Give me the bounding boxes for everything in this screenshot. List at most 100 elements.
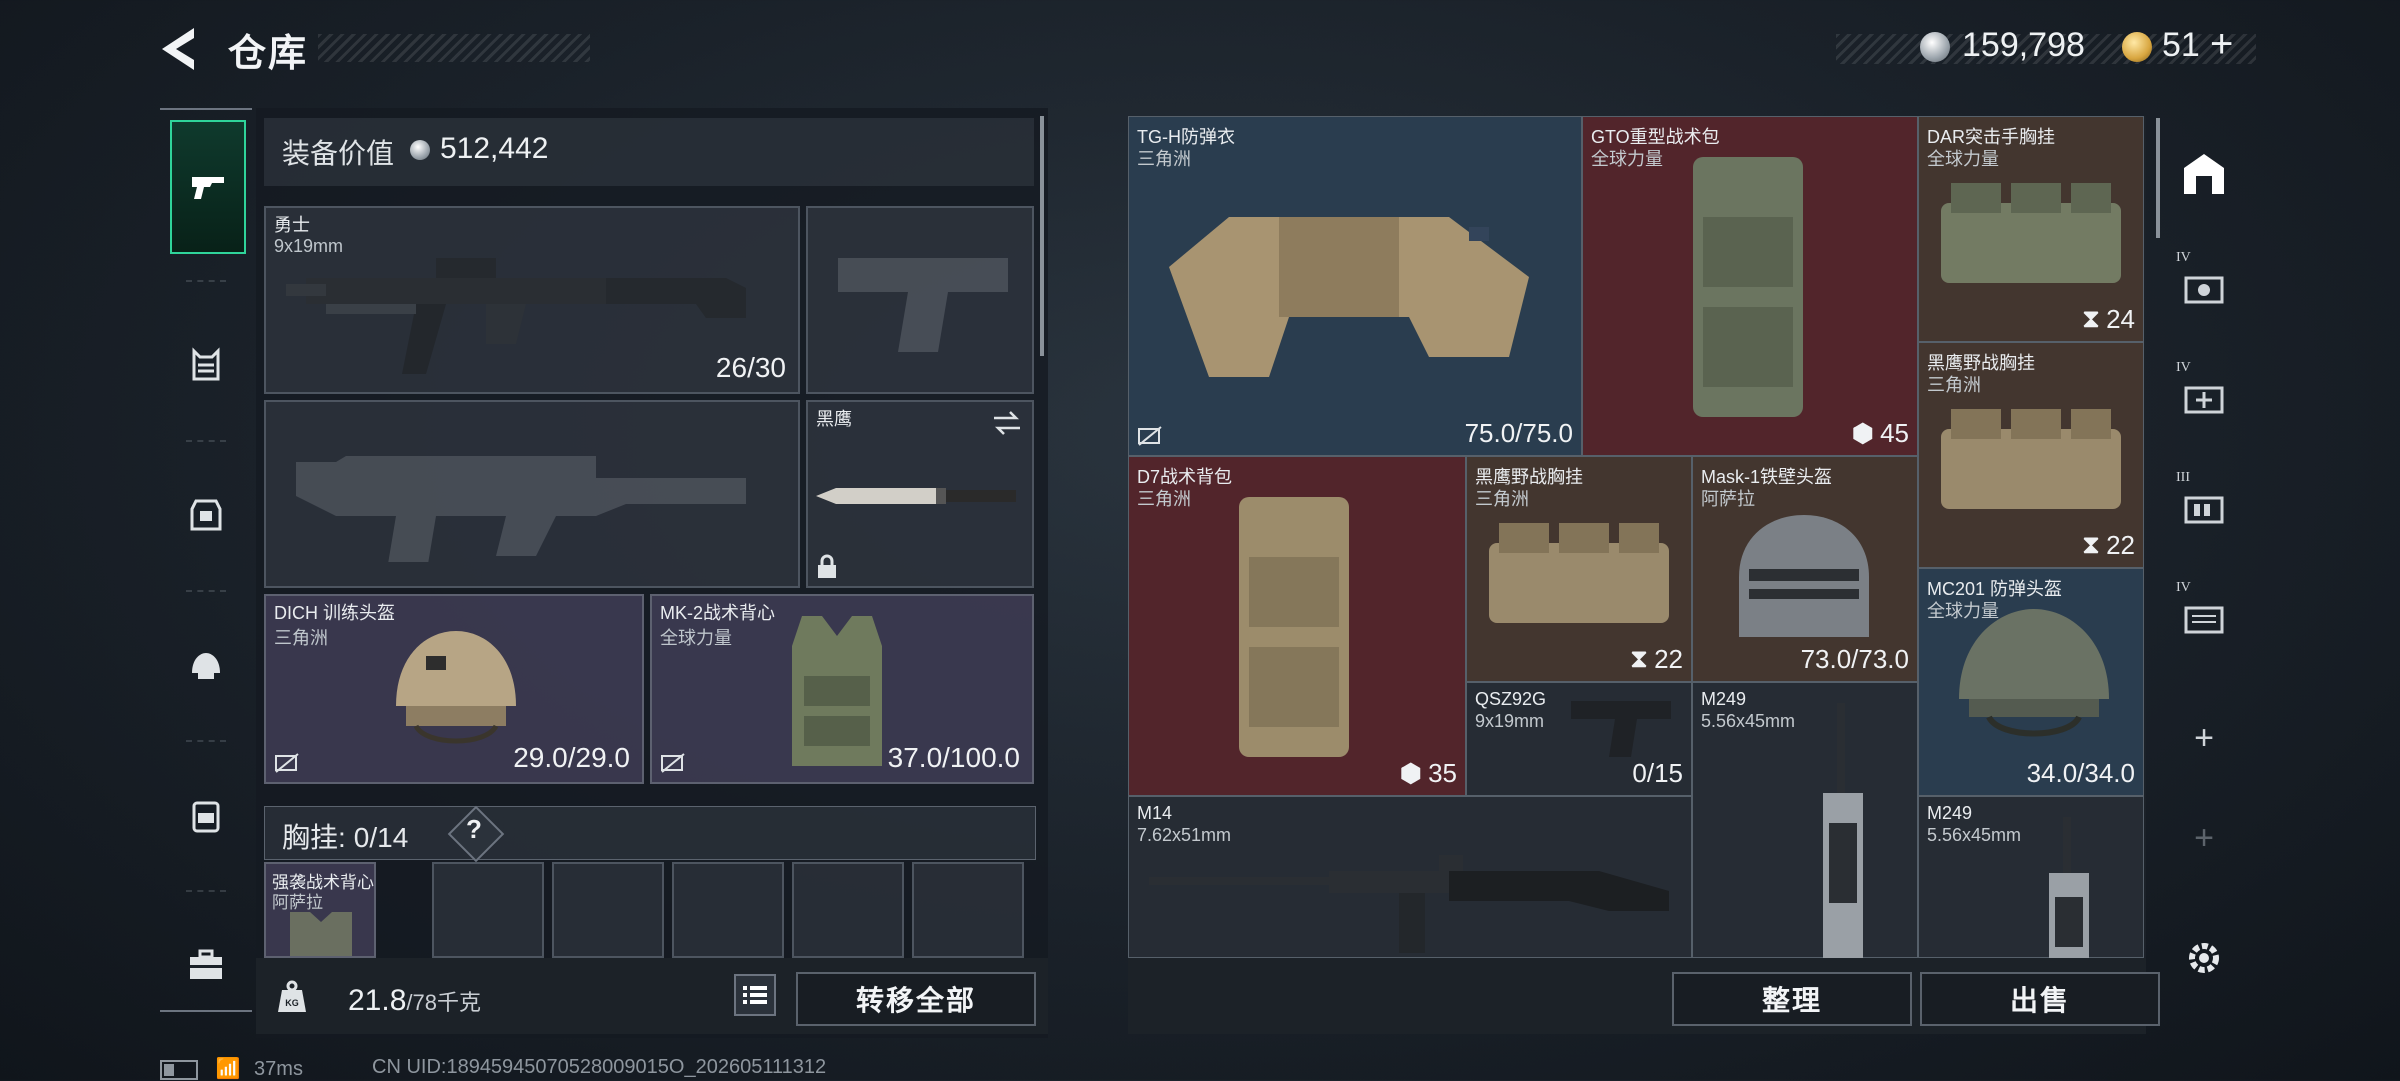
melee-slot[interactable]: 黑鹰 <box>806 400 1034 588</box>
helmet-origin: 三角洲 <box>274 628 328 648</box>
chest-rig-icon <box>192 347 220 381</box>
item-origin: 5.56x45mm <box>1927 825 2022 845</box>
item-origin: 三角洲 <box>1137 489 1191 509</box>
storage-tabs-rail: IV IV III IV + + <box>2164 116 2244 1036</box>
equipment-value: 512,442 <box>440 132 549 165</box>
smg-icon <box>286 258 746 374</box>
list-icon <box>743 986 767 1004</box>
storage-scrollbar[interactable] <box>2156 118 2160 238</box>
armor-slot[interactable]: MK-2战术背心 全球力量 37.0/100.0 <box>650 594 1034 784</box>
silver-balance: 159,798 <box>1962 26 2085 64</box>
tab-main-storage[interactable] <box>2170 132 2238 216</box>
helmet-durability: 29.0/29.0 <box>513 742 630 773</box>
add-gold-button[interactable]: + <box>2210 22 2233 67</box>
category-backpack[interactable] <box>170 750 242 880</box>
chest-rig-slot[interactable]: 强袭战术背心 阿萨拉 <box>264 862 376 958</box>
lmg-image-icon <box>1823 703 1863 958</box>
back-button[interactable] <box>158 24 204 74</box>
pistol-icon <box>192 177 224 199</box>
storage-item[interactable]: Mask-1铁壁头盔 阿萨拉 73.0/73.0 <box>1692 456 1918 682</box>
item-capacity: ⧗ 22 <box>1630 643 1683 675</box>
category-case[interactable] <box>170 900 242 1030</box>
sort-button[interactable]: 整理 <box>1672 972 1912 1026</box>
page-title: 仓库 <box>228 33 309 75</box>
item-ammo: 0/15 <box>1632 758 1683 788</box>
item-capacity-value: 24 <box>2106 303 2135 334</box>
item-origin: 全球力量 <box>1591 149 1663 169</box>
chest-rig-pocket[interactable] <box>432 862 544 958</box>
storage-item[interactable]: MC201 防弹头盔 全球力量 34.0/34.0 <box>1918 568 2144 796</box>
armor-vest-icon <box>190 499 222 531</box>
storage-item[interactable]: GTO重型战术包 全球力量 ⬢ 45 <box>1582 116 1918 456</box>
equipment-scrollbar[interactable] <box>1040 116 1044 356</box>
storage-item[interactable]: M249 5.56x45mm <box>1692 682 1918 958</box>
transfer-all-button[interactable]: 转移全部 <box>796 972 1036 1026</box>
chest-rig-pocket[interactable] <box>792 862 904 958</box>
armor-durability: 37.0/100.0 <box>887 742 1020 773</box>
storage-item[interactable]: 黑鹰野战胸挂 三角洲 ⧗ 22 <box>1918 342 2144 568</box>
chest-rig-pocket[interactable] <box>552 862 664 958</box>
list-view-button[interactable] <box>734 974 776 1016</box>
backpack-image-icon <box>1239 497 1349 757</box>
rifle-image-icon <box>1149 855 1669 953</box>
equipment-value-label: 装备价值 <box>282 138 395 169</box>
ping-readout: 37ms <box>254 1058 303 1080</box>
category-chest-rig[interactable] <box>170 300 242 430</box>
storage-item[interactable]: D7战术背包 三角洲 ⬢ 35 <box>1128 456 1466 796</box>
category-weapons[interactable] <box>170 120 246 254</box>
chest-rig-image-icon <box>1941 409 2121 509</box>
user-uid: CN UID:18945945070528009015O_20260511131… <box>372 1056 827 1078</box>
item-capacity-value: 22 <box>2106 529 2135 560</box>
wifi-icon: 📶 <box>215 1058 241 1080</box>
chest-rig-capacity: 0/14 <box>353 822 409 853</box>
weight-current: 21.8 <box>348 984 407 1017</box>
tab-storage-case-1[interactable]: IV <box>2170 246 2238 330</box>
storage-item[interactable]: M249 5.56x45mm <box>1918 796 2144 958</box>
storage-item[interactable]: DAR突击手胸挂 全球力量 ⧗ 24 <box>1918 116 2144 342</box>
gold-coin-icon <box>2122 32 2152 62</box>
storage-item[interactable]: QSZ92G 9x19mm 0/15 <box>1466 682 1692 796</box>
toolbox-icon <box>190 949 222 979</box>
item-name: M14 <box>1137 803 1173 823</box>
sell-button[interactable]: 出售 <box>1920 972 2160 1026</box>
settings-button[interactable] <box>2170 916 2238 1000</box>
item-capacity: ⧗ 22 <box>2082 529 2135 561</box>
item-capacity-value: 45 <box>1880 418 1909 448</box>
weapon-name: 勇士 <box>274 215 310 235</box>
storage-item[interactable]: M14 7.62x51mm <box>1128 796 1692 958</box>
storage-item[interactable]: TG-H防弹衣 三角洲 75.0/75.0 <box>1128 116 1582 456</box>
category-rail <box>160 108 252 1012</box>
chest-rig-item-origin: 阿萨拉 <box>272 893 323 912</box>
item-capacity-value: 22 <box>1654 643 1683 674</box>
tab-level-label: IV <box>2176 580 2191 595</box>
helmet-image-icon <box>396 631 516 744</box>
chest-rig-label: 胸挂: 0/14 <box>282 816 408 856</box>
item-origin: 三角洲 <box>1475 489 1529 509</box>
knife-icon <box>816 488 1016 504</box>
secondary-weapon-slot[interactable] <box>264 400 800 588</box>
category-armor[interactable] <box>170 450 242 580</box>
rail-divider <box>186 590 226 592</box>
add-storage-tab-button[interactable]: + <box>2170 696 2238 780</box>
helmet-slot[interactable]: DICH 训练头盔 三角洲 29.0/29.0 <box>264 594 644 784</box>
no-insure-icon <box>1138 426 1162 446</box>
tab-storage-case-2[interactable]: IV <box>2170 356 2238 440</box>
swap-icon[interactable] <box>992 410 1022 436</box>
category-helmet[interactable] <box>170 600 242 730</box>
helmet-image-icon <box>1959 609 2109 737</box>
item-name: M249 <box>1701 689 1747 709</box>
rig-capacity-icon: ⧗ <box>1629 643 1649 673</box>
tab-storage-case-3[interactable]: III <box>2170 466 2238 550</box>
sidearm-slot[interactable] <box>806 206 1034 394</box>
backpack-icon <box>192 801 220 833</box>
chest-rig-pocket[interactable] <box>912 862 1024 958</box>
chest-rig-pocket[interactable] <box>672 862 784 958</box>
chest-rig-image-icon <box>1941 183 2121 283</box>
add-storage-tab-disabled: + <box>2194 818 2214 857</box>
storage-item[interactable]: 黑鹰野战胸挂 三角洲 ⧗ 22 <box>1466 456 1692 682</box>
helmet-name: DICH 训练头盔 <box>274 603 395 623</box>
tab-storage-case-4[interactable]: IV <box>2170 576 2238 660</box>
item-capacity-value: 35 <box>1428 758 1457 788</box>
item-origin: 9x19mm <box>1475 711 1545 731</box>
primary-weapon-slot[interactable]: 勇士 9x19mm 26/30 <box>264 206 800 394</box>
